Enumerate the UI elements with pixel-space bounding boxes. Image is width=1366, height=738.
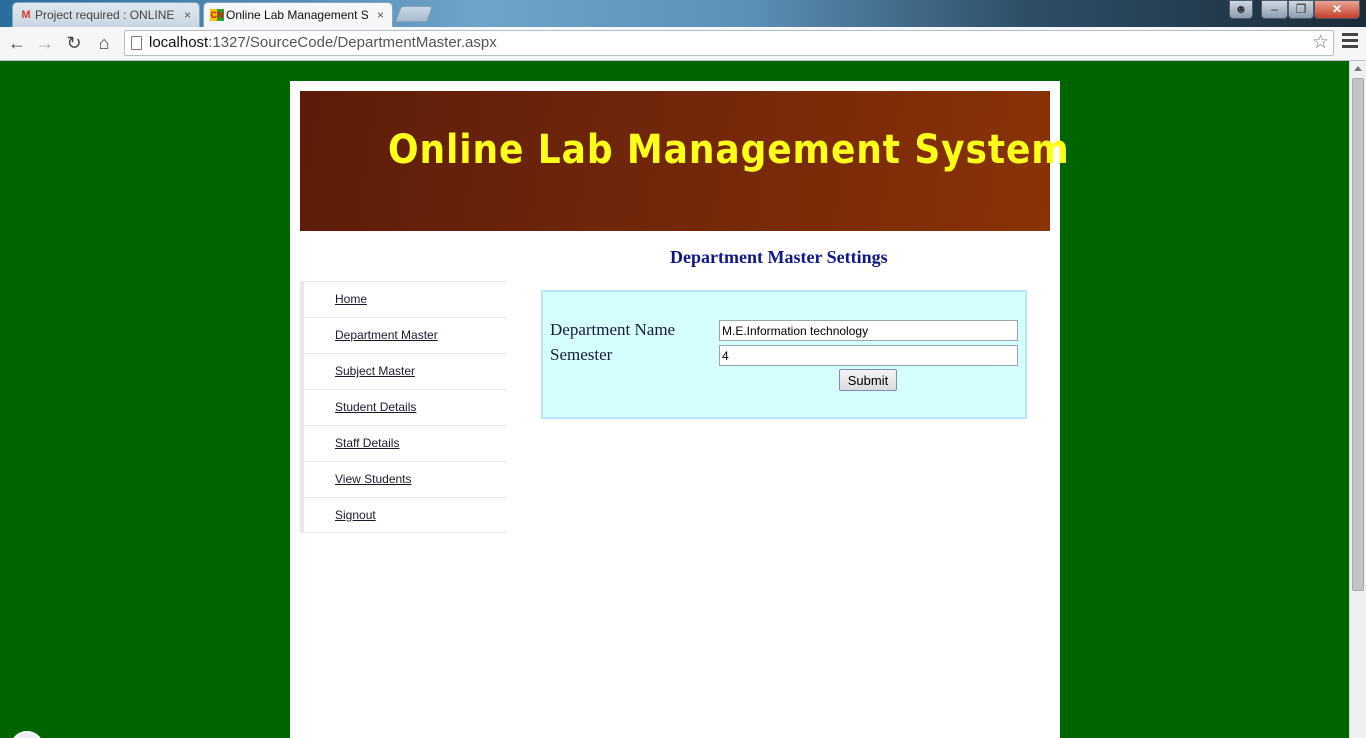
sidebar-item-signout: Signout bbox=[304, 497, 507, 533]
sidebar-link-view-students[interactable]: View Students bbox=[335, 472, 412, 486]
tab-title: Project required : ONLINE bbox=[35, 8, 175, 22]
department-name-label: Department Name bbox=[550, 320, 676, 339]
site-favicon-icon: CN bbox=[210, 9, 224, 21]
sidebar-link-subject-master[interactable]: Subject Master bbox=[335, 364, 415, 378]
browser-toolbar: ← → ↻ ⌂ localhost:1327/SourceCode/Depart… bbox=[0, 27, 1366, 61]
site-banner: Online Lab Management System bbox=[300, 91, 1069, 231]
semester-input[interactable] bbox=[719, 345, 1018, 366]
sidebar-item-staff-details: Staff Details bbox=[304, 425, 507, 461]
user-profile-icon[interactable]: ☻ bbox=[1229, 0, 1253, 19]
sidebar-item-view-students: View Students bbox=[304, 461, 507, 497]
url-text[interactable]: localhost:1327/SourceCode/DepartmentMast… bbox=[149, 31, 497, 55]
maximize-button[interactable]: ❐ bbox=[1288, 0, 1314, 19]
address-bar[interactable]: localhost:1327/SourceCode/DepartmentMast… bbox=[124, 30, 1334, 56]
sidebar-item-subject-master: Subject Master bbox=[304, 353, 507, 389]
scroll-thumb[interactable] bbox=[1352, 78, 1364, 591]
bookmark-star-icon[interactable]: ☆ bbox=[1312, 31, 1329, 55]
page-icon bbox=[131, 36, 142, 50]
gmail-icon: M bbox=[21, 9, 31, 21]
new-tab-button[interactable] bbox=[395, 6, 433, 22]
home-icon[interactable]: ⌂ bbox=[92, 31, 116, 55]
tab-title: Online Lab Management S bbox=[226, 8, 368, 22]
page-container: Online Lab Management System Department … bbox=[290, 81, 1069, 738]
submit-button[interactable]: Submit bbox=[839, 369, 897, 391]
reload-icon[interactable]: ↻ bbox=[62, 31, 86, 55]
back-arrow-icon[interactable]: ← bbox=[5, 31, 29, 55]
close-icon[interactable]: × bbox=[184, 3, 191, 27]
sidebar-link-student-details[interactable]: Student Details bbox=[335, 400, 416, 414]
sidebar-menu: Home Department Master Subject Master St… bbox=[300, 281, 507, 533]
banner-title: Online Lab Management System bbox=[388, 127, 1070, 173]
tab-online-lab[interactable]: CN Online Lab Management S × bbox=[203, 2, 393, 27]
close-icon[interactable]: × bbox=[377, 3, 384, 27]
scroll-up-icon[interactable] bbox=[1354, 66, 1362, 71]
minimize-button[interactable]: – bbox=[1261, 0, 1288, 19]
tab-gmail[interactable]: M Project required : ONLINE × bbox=[12, 2, 200, 27]
chrome-menu-icon[interactable] bbox=[1342, 33, 1358, 53]
semester-label: Semester bbox=[550, 345, 613, 364]
page-scrollbar[interactable] bbox=[1349, 61, 1366, 738]
sidebar-item-student-details: Student Details bbox=[304, 389, 507, 425]
sidebar-item-department-master: Department Master bbox=[304, 317, 507, 353]
sidebar-link-home[interactable]: Home bbox=[335, 292, 367, 306]
taskbar-start-icon[interactable] bbox=[10, 731, 44, 738]
sidebar-item-home: Home bbox=[304, 281, 507, 317]
department-name-input[interactable] bbox=[719, 320, 1018, 341]
sidebar-link-department-master[interactable]: Department Master bbox=[335, 328, 438, 342]
url-host: localhost bbox=[149, 34, 209, 51]
window-close-button[interactable]: ✕ bbox=[1314, 0, 1360, 19]
department-form-panel: Department Name Semester Submit bbox=[541, 290, 1027, 419]
page-title: Department Master Settings bbox=[670, 247, 888, 267]
url-path: :1327/SourceCode/DepartmentMaster.aspx bbox=[208, 34, 497, 51]
sidebar-link-signout[interactable]: Signout bbox=[335, 508, 376, 522]
forward-arrow-icon[interactable]: → bbox=[33, 31, 57, 55]
sidebar-link-staff-details[interactable]: Staff Details bbox=[335, 436, 399, 450]
browser-titlebar: M Project required : ONLINE × CN Online … bbox=[0, 0, 1366, 27]
